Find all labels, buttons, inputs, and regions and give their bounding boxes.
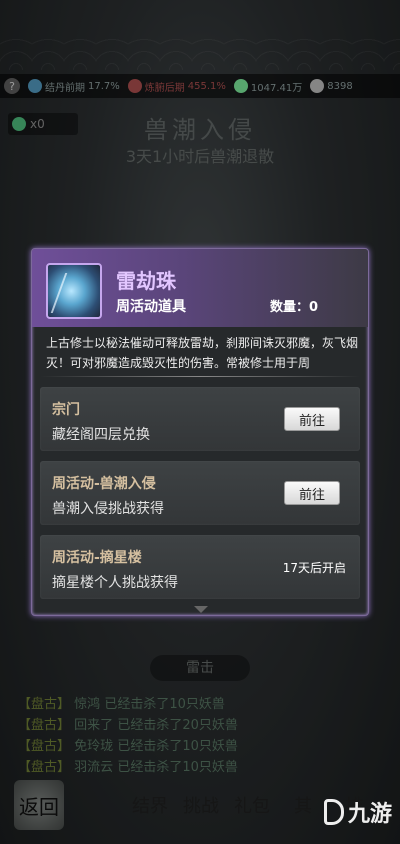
source-card: 周活动-摘星楼 摘星楼个人挑战获得 17天后开启 — [40, 535, 360, 599]
source-card: 宗门 藏经阁四层兑换 前往 — [40, 387, 360, 451]
source-status: 17天后开启 — [282, 561, 346, 575]
item-description: 上古修士以秘法催动可释放雷劫，刹那间诛灭邪魔，灰飞烟灭！可对邪魔造成毁灭性的伤害… — [46, 336, 359, 370]
source-desc: 藏经阁四层兑换 — [52, 427, 150, 443]
divider — [40, 376, 360, 377]
go-button[interactable]: 前往 — [284, 407, 340, 431]
brand-text: 九游 — [347, 802, 392, 827]
source-list: 宗门 藏经阁四层兑换 前往 周活动-兽潮入侵 兽潮入侵挑战获得 前往 周活动-摘… — [40, 387, 360, 609]
item-quantity: 数量：0 — [270, 300, 319, 315]
brand-logo-icon — [323, 799, 344, 825]
item-popup: 雷劫珠 周活动道具 数量：0 上古修士以秘法催动可释放雷劫，刹那间诛灭邪魔，灰飞… — [31, 248, 369, 616]
source-title: 周活动-摘星楼 — [52, 550, 142, 566]
scroll-down-icon — [194, 606, 208, 613]
go-button[interactable]: 前往 — [284, 481, 340, 505]
source-title: 宗门 — [52, 402, 80, 418]
thunder-orb-icon — [46, 263, 102, 319]
source-desc: 兽潮入侵挑战获得 — [52, 501, 164, 517]
source-title: 周活动-兽潮入侵 — [52, 476, 156, 492]
item-type: 周活动道具 — [116, 299, 186, 315]
source-desc: 摘星楼个人挑战获得 — [52, 575, 178, 591]
source-card: 周活动-兽潮入侵 兽潮入侵挑战获得 前往 — [40, 461, 360, 525]
brand-watermark: 九游 — [323, 796, 392, 828]
item-name: 雷劫珠 — [116, 269, 176, 293]
